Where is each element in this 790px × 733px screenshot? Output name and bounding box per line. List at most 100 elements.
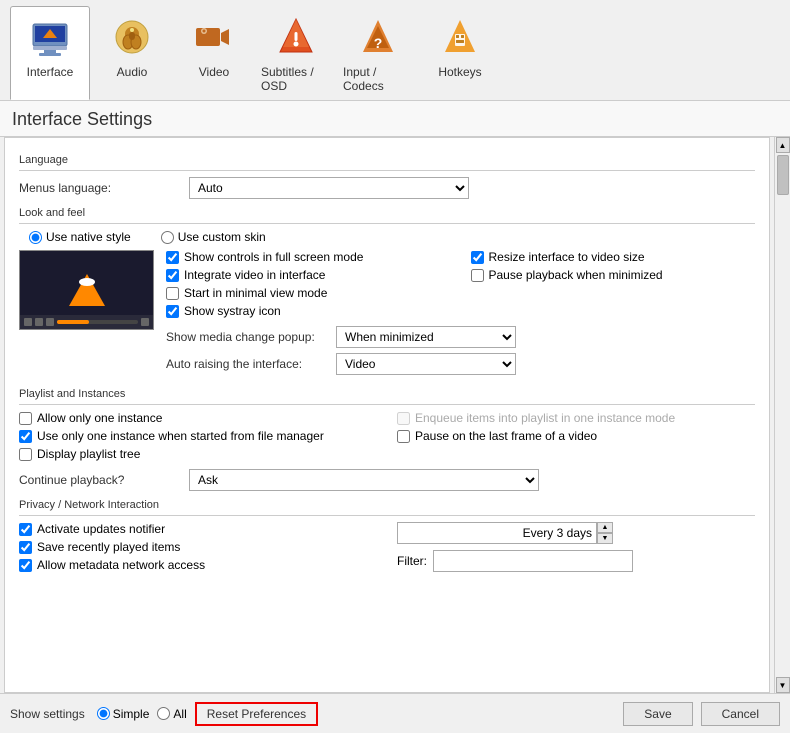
laf-two-col: Show controls in full screen mode Integr… bbox=[166, 250, 755, 322]
language-section-header: Language bbox=[19, 154, 755, 166]
spinbox-up[interactable]: ▲ bbox=[597, 522, 613, 533]
filter-input[interactable] bbox=[433, 550, 633, 572]
minimal-view-row[interactable]: Start in minimal view mode bbox=[166, 286, 451, 300]
bottom-spacer bbox=[19, 576, 755, 596]
one-instance-file-manager-row[interactable]: Use only one instance when started from … bbox=[19, 429, 377, 443]
controls-fullscreen-label: Show controls in full screen mode bbox=[184, 250, 363, 264]
integrate-video-row[interactable]: Integrate video in interface bbox=[166, 268, 451, 282]
spinbox-buttons: ▲ ▼ bbox=[597, 522, 613, 544]
nav-item-subtitles[interactable]: Subtitles / OSD bbox=[256, 6, 336, 100]
controls-fullscreen-row[interactable]: Show controls in full screen mode bbox=[166, 250, 451, 264]
nav-label-audio: Audio bbox=[117, 65, 148, 79]
laf-divider bbox=[19, 223, 755, 224]
native-style-radio[interactable] bbox=[29, 231, 42, 244]
one-instance-check[interactable] bbox=[19, 412, 32, 425]
pause-minimized-row[interactable]: Pause playback when minimized bbox=[471, 268, 756, 282]
minimal-view-label: Start in minimal view mode bbox=[184, 286, 327, 300]
resize-interface-row[interactable]: Resize interface to video size bbox=[471, 250, 756, 264]
show-settings-label: Show settings bbox=[10, 707, 85, 721]
save-button[interactable]: Save bbox=[623, 702, 692, 726]
nav-label-video: Video bbox=[199, 65, 229, 79]
scrollbar-down-button[interactable]: ▼ bbox=[776, 677, 790, 693]
bottom-bar: Show settings Simple All Reset Preferenc… bbox=[0, 693, 790, 733]
nav-item-input[interactable]: ? Input / Codecs bbox=[338, 6, 418, 100]
integrate-video-check[interactable] bbox=[166, 269, 179, 282]
updates-notifier-row[interactable]: Activate updates notifier bbox=[19, 522, 377, 536]
pause-minimized-check[interactable] bbox=[471, 269, 484, 282]
native-style-label: Use native style bbox=[46, 230, 131, 244]
resize-interface-check[interactable] bbox=[471, 251, 484, 264]
audio-icon bbox=[108, 13, 156, 61]
systray-row[interactable]: Show systray icon bbox=[166, 304, 451, 318]
cancel-button[interactable]: Cancel bbox=[701, 702, 780, 726]
display-playlist-tree-check[interactable] bbox=[19, 448, 32, 461]
laf-col-right: Resize interface to video size Pause pla… bbox=[471, 250, 756, 322]
privacy-two-col: Activate updates notifier Save recently … bbox=[19, 522, 755, 576]
nav-item-interface[interactable]: Interface bbox=[10, 6, 90, 100]
one-instance-label: Allow only one instance bbox=[37, 411, 162, 425]
systray-check[interactable] bbox=[166, 305, 179, 318]
scrollbar-thumb[interactable] bbox=[777, 155, 789, 195]
minimal-view-check[interactable] bbox=[166, 287, 179, 300]
display-playlist-tree-row[interactable]: Display playlist tree bbox=[19, 447, 377, 461]
spinbox-down[interactable]: ▼ bbox=[597, 533, 613, 544]
pbar-progress bbox=[57, 320, 138, 324]
all-radio-label[interactable]: All bbox=[157, 707, 186, 721]
scrollbar-up-button[interactable]: ▲ bbox=[776, 137, 790, 153]
playlist-col-right: Enqueue items into playlist in one insta… bbox=[397, 411, 755, 465]
recently-played-row[interactable]: Save recently played items bbox=[19, 540, 377, 554]
simple-radio-label[interactable]: Simple bbox=[97, 707, 150, 721]
media-change-popup-row: Show media change popup: Never Always Wh… bbox=[166, 326, 755, 348]
pause-last-frame-row[interactable]: Pause on the last frame of a video bbox=[397, 429, 755, 443]
one-instance-file-manager-check[interactable] bbox=[19, 430, 32, 443]
resize-interface-label: Resize interface to video size bbox=[489, 250, 645, 264]
nav-item-audio[interactable]: Audio bbox=[92, 6, 172, 100]
nav-label-subtitles: Subtitles / OSD bbox=[261, 65, 331, 93]
auto-raising-select[interactable]: Never Always Video bbox=[336, 353, 516, 375]
integrate-video-label: Integrate video in interface bbox=[184, 268, 325, 282]
updates-notifier-label: Activate updates notifier bbox=[37, 522, 165, 536]
privacy-col-left: Activate updates notifier Save recently … bbox=[19, 522, 377, 576]
pause-last-frame-label: Pause on the last frame of a video bbox=[415, 429, 597, 443]
native-style-radio-label[interactable]: Use native style bbox=[29, 230, 131, 244]
auto-raising-label: Auto raising the interface: bbox=[166, 357, 336, 371]
pbar-btn4 bbox=[141, 318, 149, 326]
all-radio[interactable] bbox=[157, 707, 170, 720]
recently-played-check[interactable] bbox=[19, 541, 32, 554]
recently-played-label: Save recently played items bbox=[37, 540, 180, 554]
settings-panel: Language Menus language: Auto English Fr… bbox=[4, 137, 770, 693]
language-divider bbox=[19, 170, 755, 171]
display-playlist-tree-label: Display playlist tree bbox=[37, 447, 140, 461]
playlist-two-col: Allow only one instance Use only one ins… bbox=[19, 411, 755, 465]
pbar-btn2 bbox=[35, 318, 43, 326]
preview-inner bbox=[69, 274, 105, 306]
custom-skin-radio-label[interactable]: Use custom skin bbox=[161, 230, 266, 244]
menus-language-select[interactable]: Auto English French German Spanish bbox=[189, 177, 469, 199]
media-change-popup-select[interactable]: Never Always When minimized bbox=[336, 326, 516, 348]
reset-preferences-button[interactable]: Reset Preferences bbox=[195, 702, 318, 726]
simple-radio[interactable] bbox=[97, 707, 110, 720]
hotkeys-icon bbox=[436, 13, 484, 61]
updates-spinbox: ▲ ▼ bbox=[397, 522, 613, 544]
pause-last-frame-check[interactable] bbox=[397, 430, 410, 443]
nav-item-hotkeys[interactable]: Hotkeys bbox=[420, 6, 500, 100]
controls-fullscreen-check[interactable] bbox=[166, 251, 179, 264]
video-icon bbox=[190, 13, 238, 61]
scrollbar-track[interactable] bbox=[776, 153, 790, 677]
updates-notifier-check[interactable] bbox=[19, 523, 32, 536]
laf-content: Show controls in full screen mode Integr… bbox=[19, 250, 755, 380]
continue-playback-select[interactable]: Ask Always Never bbox=[189, 469, 539, 491]
laf-col-left: Show controls in full screen mode Integr… bbox=[166, 250, 451, 322]
metadata-access-check[interactable] bbox=[19, 559, 32, 572]
updates-frequency-input[interactable] bbox=[397, 522, 597, 544]
privacy-divider bbox=[19, 515, 755, 516]
vlc-preview bbox=[19, 250, 154, 330]
pause-minimized-label: Pause playback when minimized bbox=[489, 268, 663, 282]
nav-label-input: Input / Codecs bbox=[343, 65, 413, 93]
nav-label-hotkeys: Hotkeys bbox=[438, 65, 481, 79]
metadata-access-row[interactable]: Allow metadata network access bbox=[19, 558, 377, 572]
nav-item-video[interactable]: Video bbox=[174, 6, 254, 100]
custom-skin-radio[interactable] bbox=[161, 231, 174, 244]
one-instance-row[interactable]: Allow only one instance bbox=[19, 411, 377, 425]
systray-label: Show systray icon bbox=[184, 304, 281, 318]
